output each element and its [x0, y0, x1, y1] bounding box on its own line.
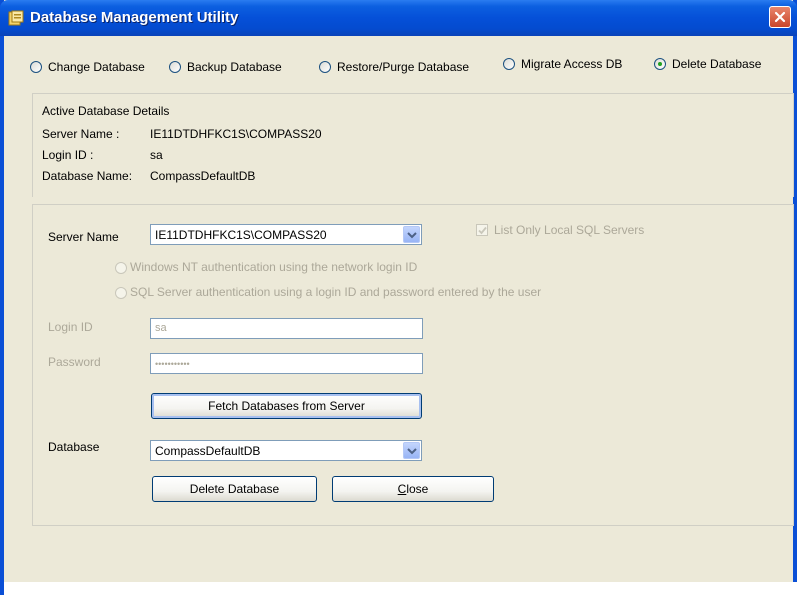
login-id-field[interactable]: sa	[150, 318, 423, 339]
database-value: CompassDefaultDB	[155, 444, 261, 458]
chevron-down-icon	[407, 448, 417, 455]
active-server-label: Server Name :	[42, 127, 120, 141]
radio-label: Change Database	[48, 60, 145, 74]
active-login-value: sa	[150, 148, 163, 162]
app-icon	[8, 10, 24, 26]
chevron-down-icon	[407, 232, 417, 239]
auth-sql-radio[interactable]	[115, 287, 127, 299]
radio-circle[interactable]	[503, 58, 515, 70]
list-only-local-label: List Only Local SQL Servers	[494, 223, 645, 237]
list-only-local-checkbox[interactable]	[476, 224, 488, 236]
login-id-label: Login ID	[48, 320, 93, 334]
database-label: Database	[48, 440, 100, 454]
password-value: •••••••••••	[155, 359, 190, 369]
window-title: Database Management Utility	[30, 9, 239, 26]
active-login-label: Login ID :	[42, 148, 94, 162]
login-id-value: sa	[155, 322, 167, 334]
radio-circle[interactable]	[654, 58, 666, 70]
radio-circle[interactable]	[319, 61, 331, 73]
dropdown-arrow-button[interactable]	[403, 442, 420, 459]
close-label-rest: lose	[406, 482, 429, 496]
close-window-button[interactable]	[769, 6, 791, 28]
close-button[interactable]: Close	[332, 476, 494, 502]
server-name-dropdown[interactable]: IE11DTDHFKC1S\COMPASS20	[150, 224, 422, 245]
database-dropdown[interactable]: CompassDefaultDB	[150, 440, 422, 461]
active-server-value: IE11DTDHFKC1S\COMPASS20	[150, 127, 322, 141]
auth-windows-radio[interactable]	[115, 262, 127, 274]
server-name-value: IE11DTDHFKC1S\COMPASS20	[155, 228, 327, 242]
close-icon	[774, 11, 786, 23]
dropdown-arrow-button[interactable]	[403, 226, 420, 243]
radio-circle[interactable]	[30, 61, 42, 73]
dialog-window: Database Management Utility Change Datab…	[0, 0, 797, 595]
auth-sql-label: SQL Server authentication using a login …	[130, 285, 542, 299]
active-db-label: Database Name:	[42, 169, 133, 183]
password-label: Password	[48, 355, 101, 369]
bottom-edge	[4, 582, 797, 595]
server-name-label: Server Name	[48, 230, 119, 244]
fetch-databases-button[interactable]: Fetch Databases from Server	[151, 393, 422, 419]
check-icon	[478, 226, 487, 235]
active-db-value: CompassDefaultDB	[150, 169, 256, 183]
active-details-heading: Active Database Details	[42, 104, 170, 118]
radio-label: Restore/Purge Database	[337, 60, 470, 74]
radio-label: Migrate Access DB	[521, 57, 623, 71]
radio-label: Backup Database	[187, 60, 282, 74]
password-field[interactable]: •••••••••••	[150, 353, 423, 374]
radio-selected-dot	[658, 62, 662, 66]
radio-label: Delete Database	[672, 57, 762, 71]
delete-database-button[interactable]: Delete Database	[152, 476, 317, 502]
auth-windows-label: Windows NT authentication using the netw…	[130, 260, 418, 274]
radio-circle[interactable]	[169, 61, 181, 73]
title-bar[interactable]: Database Management Utility	[0, 0, 797, 36]
